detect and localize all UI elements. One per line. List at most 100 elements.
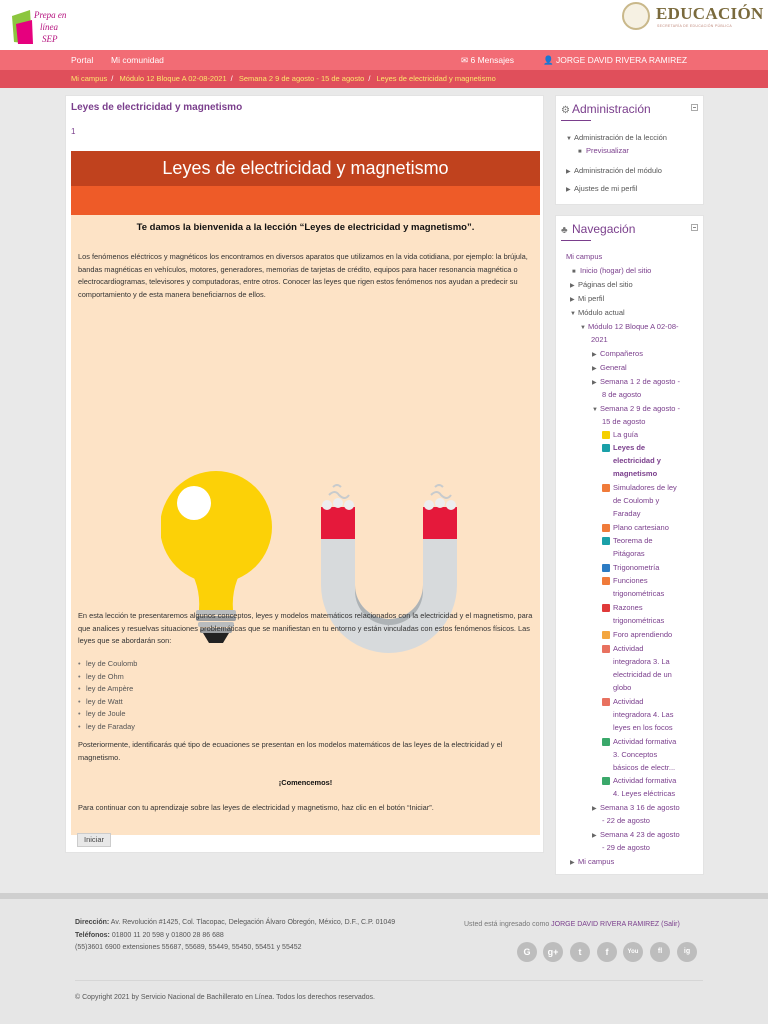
- item-label: Semana 1 2 de agosto -: [600, 377, 681, 386]
- nav-community[interactable]: Mi comunidad: [111, 55, 164, 65]
- caret-right-icon: ▶: [566, 169, 571, 175]
- twitter-icon[interactable]: t: [570, 942, 590, 962]
- user-menu[interactable]: 👤 JORGE DAVID RIVERA RAMIREZ: [543, 55, 687, 66]
- nav-activity-integrative-3[interactable]: Actividad: [613, 642, 643, 655]
- profile-settings-item[interactable]: ▶ Ajustes de mi perfil: [566, 182, 637, 197]
- item-label: Compañeros: [600, 349, 643, 358]
- caret-right-icon: ▶: [570, 860, 575, 866]
- nav-activity-integrative-3-l3: electricidad de un: [613, 670, 672, 679]
- navigation-block: ♣ Navegación Mi campus ■ Inicio (hogar) de…: [555, 215, 704, 875]
- start-button[interactable]: Iniciar: [77, 833, 111, 847]
- nav-activity-lesson[interactable]: Leyes de: [613, 441, 645, 454]
- nav-activity-simulators-l2: de Coulomb y: [613, 496, 660, 505]
- block-title-text: Administración: [572, 102, 651, 116]
- nav-activity-simulators[interactable]: Simuladores de ley: [613, 481, 677, 494]
- caret-right-icon: ▶: [566, 187, 571, 193]
- lesson-content: Te damos la bienvenida a la lección “Ley…: [71, 215, 540, 835]
- admin-module-item[interactable]: ▶ Administración del módulo: [566, 164, 662, 179]
- assignment-icon: [602, 698, 610, 706]
- collapse-icon[interactable]: [691, 104, 698, 111]
- nav-home[interactable]: ■ Inicio (hogar) del sitio: [572, 264, 651, 279]
- nav-week-4-line2[interactable]: - 29 de agosto: [602, 841, 650, 854]
- youtube-icon[interactable]: You: [623, 942, 643, 962]
- nav-activity-formative-4[interactable]: Actividad formativa: [613, 774, 676, 787]
- svg-text:línea: línea: [40, 22, 58, 32]
- instagram-icon[interactable]: ig: [677, 942, 697, 962]
- collapse-icon[interactable]: [691, 224, 698, 231]
- list-item: ley de Watt: [78, 696, 137, 709]
- nav-activity-plane[interactable]: Plano cartesiano: [613, 521, 669, 534]
- messages-link[interactable]: ✉ 6 Mensajes: [461, 55, 514, 66]
- caret-down-icon: ▼: [592, 407, 598, 413]
- preview-link[interactable]: ■ Previsualizar: [578, 144, 629, 159]
- svg-text:Prepa en: Prepa en: [33, 10, 67, 20]
- nav-week-1-line2[interactable]: 8 de agosto: [602, 388, 641, 401]
- item-label: Semana 2 9 de agosto -: [600, 404, 681, 413]
- nav-activity-formative-3-l2: 3. Conceptos: [613, 750, 658, 759]
- nav-activity-formative-3-l3: básicos de electr...: [613, 763, 676, 772]
- continue-paragraph: Para continuar con tu aprendizaje sobre …: [78, 803, 434, 812]
- nav-module-12-year[interactable]: 2021: [591, 333, 608, 346]
- item-label: Módulo 12 Bloque A 02-08-: [588, 322, 679, 331]
- nav-activity-formative-3[interactable]: Actividad formativa: [613, 735, 676, 748]
- nav-activity-pythagoras[interactable]: Teorema de: [613, 534, 653, 547]
- nav-week-2-line2[interactable]: 15 de agosto: [602, 415, 645, 428]
- list-item: ley de Ampère: [78, 683, 137, 696]
- page-number: 1: [71, 127, 76, 136]
- nav-activity-simulators-l3: Faraday: [613, 509, 641, 518]
- nav-activity-functions[interactable]: Funciones: [613, 574, 648, 587]
- nav-activity-ratios-l2: trigonométricas: [613, 616, 665, 625]
- breadcrumb-item[interactable]: Mi campus: [71, 74, 107, 83]
- url-icon: [602, 524, 610, 532]
- nav-my-profile[interactable]: ▶ Mi perfil: [570, 292, 604, 307]
- nav-activity-trig[interactable]: Trigonometría: [613, 561, 659, 574]
- laws-list: ley de Coulomb ley de Ohm ley de Ampère …: [78, 658, 137, 733]
- lesson-banner: Leyes de electricidad y magnetismo: [71, 151, 540, 186]
- nav-activity-lesson-l2: electricidad y: [613, 456, 661, 465]
- top-nav: Portal Mi comunidad ✉ 6 Mensajes 👤 JORGE…: [0, 50, 768, 70]
- equations-paragraph: Posteriormente, identificarás qué tipo d…: [78, 740, 503, 762]
- address-text: Av. Revolución #1425, Col. Tlacopac, Del…: [110, 919, 396, 926]
- breadcrumb-item[interactable]: Leyes de electricidad y magnetismo: [377, 74, 496, 83]
- nav-week-3-line2[interactable]: - 22 de agosto: [602, 814, 650, 827]
- flickr-icon[interactable]: fl: [650, 942, 670, 962]
- facebook-icon[interactable]: f: [597, 942, 617, 962]
- google-icon[interactable]: G: [517, 942, 537, 962]
- block-title: ⚙ Administración: [561, 102, 651, 116]
- footer-divider: [75, 980, 703, 981]
- address-label: Dirección:: [75, 919, 110, 926]
- breadcrumb-item[interactable]: Módulo 12 Bloque A 02-08-2021: [119, 74, 226, 83]
- educacion-logo[interactable]: EDUCACIÓN SECRETARÍA DE EDUCACIÓN PÚBLIC…: [622, 2, 763, 32]
- assignment-icon: [602, 645, 610, 653]
- breadcrumb-item[interactable]: Semana 2 9 de agosto - 15 de agosto: [239, 74, 365, 83]
- nav-companions[interactable]: ▶ Compañeros: [592, 347, 643, 362]
- nav-activity-guide[interactable]: La guía: [613, 428, 638, 441]
- item-label: Administración del módulo: [574, 166, 662, 175]
- nav-portal[interactable]: Portal: [71, 55, 93, 65]
- nav-activity-ratios[interactable]: Razones: [613, 601, 643, 614]
- nav-site-pages[interactable]: ▶ Páginas del sitio: [570, 278, 633, 293]
- laws-intro-paragraph: En esta lección te presentaremos algunos…: [78, 611, 533, 645]
- forum-icon: [602, 631, 610, 639]
- list-item: ley de Joule: [78, 708, 137, 721]
- list-item: ley de Faraday: [78, 721, 137, 734]
- item-label: Módulo actual: [578, 308, 625, 317]
- guide-icon: [602, 431, 610, 439]
- nav-activity-forum[interactable]: Foro aprendiendo: [613, 628, 672, 641]
- bullet-icon: ■: [578, 149, 582, 155]
- nav-activity-pythagoras-l2: Pitágoras: [613, 549, 645, 558]
- administration-block: ⚙ Administración ▼ Administración de la le…: [555, 95, 704, 205]
- breadcrumb: Mi campus / Módulo 12 Bloque A 02-08-2021…: [0, 70, 768, 88]
- nav-my-campus-bottom[interactable]: ▶ Mi campus: [570, 855, 614, 870]
- nav-current-module[interactable]: ▼ Módulo actual: [570, 306, 625, 321]
- educacion-subtitle: SECRETARÍA DE EDUCACIÓN PÚBLICA: [657, 24, 732, 28]
- nav-activity-integrative-4[interactable]: Actividad: [613, 695, 643, 708]
- logout-link[interactable]: JORGE DAVID RIVERA RAMIREZ (Salir): [551, 921, 680, 928]
- caret-down-icon: ▼: [566, 136, 572, 142]
- nav-my-campus[interactable]: Mi campus: [566, 250, 602, 263]
- item-label: Mi perfil: [578, 294, 605, 303]
- google-plus-icon[interactable]: g+: [543, 942, 563, 962]
- prepa-en-linea-logo[interactable]: Prepa en línea SEP: [10, 4, 70, 46]
- nav-general[interactable]: ▶ General: [592, 361, 627, 376]
- list-item: ley de Ohm: [78, 671, 137, 684]
